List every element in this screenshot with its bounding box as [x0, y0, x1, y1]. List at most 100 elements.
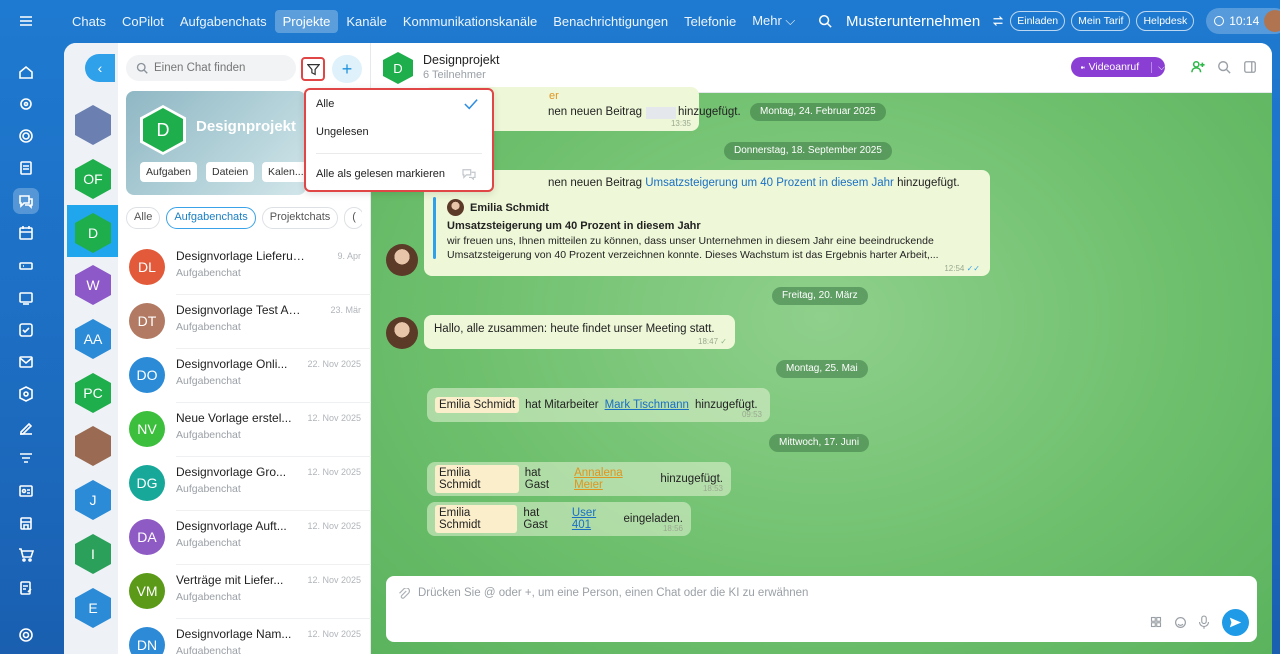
- message-text-3[interactable]: Hallo, alle zusammen: heute findet unser…: [424, 315, 735, 349]
- menu-item-all[interactable]: Alle: [316, 98, 334, 110]
- my-tariff-button[interactable]: Mein Tarif: [1071, 11, 1131, 31]
- chat-list-item[interactable]: VM Verträge mit Liefer... Aufgabenchat 12. …: [118, 565, 371, 619]
- project-banner[interactable]: D Designprojekt Aufgaben Dateien Kalen..…: [126, 91, 306, 195]
- chat-avatar[interactable]: D: [383, 52, 413, 84]
- recent-chat-avatar[interactable]: OF: [75, 159, 111, 199]
- message-feed[interactable]: er nen neuen Beitrag hinzugefügt. 13:35 …: [371, 87, 1272, 654]
- store-icon[interactable]: [13, 510, 39, 536]
- nav-channels[interactable]: Kanäle: [338, 10, 394, 33]
- home-icon[interactable]: [13, 59, 39, 85]
- recent-chat-avatar[interactable]: I: [75, 534, 111, 574]
- cart-icon[interactable]: [13, 542, 39, 568]
- chat-list-item[interactable]: DA Designvorlage Auft... Aufgabenchat 12. N…: [118, 511, 371, 565]
- chat-list-item[interactable]: DG Designvorlage Gro... Aufgabenchat 12. No…: [118, 457, 371, 511]
- filter-stack-icon[interactable]: [13, 446, 39, 472]
- user-mention[interactable]: Emilia Schmidt: [435, 465, 519, 493]
- system-message[interactable]: Emilia Schmidt hat Gast User 401 eingela…: [427, 502, 691, 536]
- nav-notifications[interactable]: Benachrichtigungen: [545, 10, 676, 33]
- grid-icon[interactable]: [1150, 616, 1162, 628]
- user-avatar[interactable]: [1264, 10, 1280, 32]
- menu-item-mark-all-read[interactable]: Alle als gelesen markieren: [316, 168, 445, 180]
- chevron-down-icon[interactable]: ⌵: [1151, 61, 1165, 73]
- chat-title[interactable]: Designprojekt: [423, 53, 499, 67]
- post-link[interactable]: Umsatzsteigerung um 40 Prozent in diesem…: [645, 177, 894, 189]
- collapse-button[interactable]: ‹: [85, 54, 115, 82]
- new-chat-button[interactable]: +: [332, 55, 362, 83]
- nav-telephony[interactable]: Telefonie: [676, 10, 744, 33]
- recent-chat-avatar[interactable]: [75, 426, 111, 466]
- video-call-button[interactable]: Videoanruf ⌵: [1071, 57, 1165, 77]
- chat-list-item[interactable]: DL Designvorlage Lieferung ... Aufgabencha…: [118, 241, 371, 295]
- tab-all[interactable]: Alle: [126, 207, 161, 229]
- sidebar-toggle-icon[interactable]: [1243, 60, 1257, 74]
- nav-communication-channels[interactable]: Kommunikationskanäle: [395, 10, 545, 33]
- paperclip-icon[interactable]: [398, 588, 410, 600]
- recent-chat-avatar[interactable]: E: [75, 588, 111, 628]
- filter-button[interactable]: [301, 57, 325, 81]
- mail-icon[interactable]: [13, 349, 39, 375]
- tasks-icon[interactable]: [13, 317, 39, 343]
- search-icon[interactable]: [818, 14, 832, 28]
- user-mention[interactable]: Emilia Schmidt: [435, 505, 518, 533]
- calendar-icon[interactable]: [13, 220, 39, 246]
- emoji-icon[interactable]: [1174, 616, 1187, 629]
- search-icon[interactable]: [1217, 60, 1231, 74]
- recent-chat-avatar[interactable]: J: [75, 480, 111, 520]
- chat-list-item[interactable]: NV Neue Vorlage erstel... Aufgabenchat 12. …: [118, 403, 371, 457]
- drive-icon[interactable]: [13, 253, 39, 279]
- contact-card-icon[interactable]: [13, 478, 39, 504]
- files-chip[interactable]: Dateien: [206, 162, 255, 182]
- nav-chats[interactable]: Chats: [64, 10, 114, 33]
- feed-icon[interactable]: [13, 155, 39, 181]
- org-name[interactable]: Musterunternehmen: [846, 13, 980, 30]
- send-button[interactable]: [1222, 609, 1249, 636]
- settings-gear-icon[interactable]: [13, 622, 39, 648]
- chat-list-item[interactable]: DN Designvorlage Nam... Aufgabenchat 12. No…: [118, 619, 371, 654]
- system-message[interactable]: Emilia Schmidt hat Mitarbeiter Mark Tisc…: [427, 388, 770, 422]
- chat-list-item[interactable]: DT Designvorlage Test Auft... Aufgabenchat…: [118, 295, 371, 349]
- target-icon[interactable]: [13, 123, 39, 149]
- filter-dropdown-menu: Alle Ungelesen Alle als gelesen markiere…: [304, 88, 494, 192]
- recent-chat-avatar[interactable]: W: [75, 265, 111, 305]
- guest-link[interactable]: Annalena Meier: [574, 467, 654, 491]
- participant-count[interactable]: 6 Teilnehmer: [423, 69, 486, 81]
- recent-chat-avatar[interactable]: AA: [75, 319, 111, 359]
- system-message[interactable]: Emilia Schmidt hat Gast Annalena Meier h…: [427, 462, 731, 496]
- menu-icon[interactable]: [13, 8, 39, 34]
- crm-icon[interactable]: [13, 381, 39, 407]
- calendar-chip[interactable]: Kalen...: [262, 162, 306, 182]
- recent-chat-avatar[interactable]: [75, 105, 111, 145]
- nav-copilot[interactable]: CoPilot: [114, 10, 172, 33]
- sender-avatar[interactable]: [386, 244, 418, 276]
- helpdesk-button[interactable]: Helpdesk: [1136, 11, 1195, 31]
- recent-chat-avatar[interactable]: PC: [75, 373, 111, 413]
- user-link[interactable]: Mark Tischmann: [605, 399, 689, 411]
- message-post-2[interactable]: nen neuen Beitrag Umsatzsteigerung um 40…: [424, 170, 990, 276]
- search-box[interactable]: [126, 55, 296, 81]
- search-input[interactable]: [154, 62, 284, 74]
- sender-avatar[interactable]: [386, 317, 418, 349]
- composer-placeholder[interactable]: Drücken Sie @ oder +, um eine Person, ei…: [418, 587, 808, 599]
- user-mention[interactable]: Emilia Schmidt: [435, 397, 520, 413]
- messenger-icon[interactable]: [13, 188, 39, 214]
- invite-button[interactable]: Einladen: [1010, 11, 1066, 31]
- add-user-icon[interactable]: [1191, 60, 1205, 74]
- message-composer[interactable]: Drücken Sie @ oder +, um eine Person, ei…: [386, 576, 1257, 642]
- docs-icon[interactable]: [13, 575, 39, 601]
- tab-project-chats[interactable]: Projektchats: [261, 207, 339, 229]
- board-icon[interactable]: [13, 285, 39, 311]
- nav-task-chats[interactable]: Aufgabenchats: [172, 10, 275, 33]
- tasks-chip[interactable]: Aufgaben: [140, 162, 197, 182]
- tab-task-chats[interactable]: Aufgabenchats: [166, 207, 256, 229]
- user-clock[interactable]: 10:14: [1206, 8, 1280, 34]
- tab-more[interactable]: (: [344, 207, 362, 229]
- chat-list-item[interactable]: DO Designvorlage Onli... Aufgabenchat 22. N…: [118, 349, 371, 403]
- microphone-icon[interactable]: [1198, 615, 1210, 629]
- copilot-icon[interactable]: [13, 91, 39, 117]
- nav-projects[interactable]: Projekte: [274, 9, 339, 33]
- menu-item-unread[interactable]: Ungelesen: [316, 126, 369, 138]
- guest-link[interactable]: User 401: [572, 507, 618, 531]
- swap-icon[interactable]: [992, 15, 1004, 27]
- sign-icon[interactable]: [13, 414, 39, 440]
- nav-more[interactable]: Mehr ⌵: [744, 9, 803, 33]
